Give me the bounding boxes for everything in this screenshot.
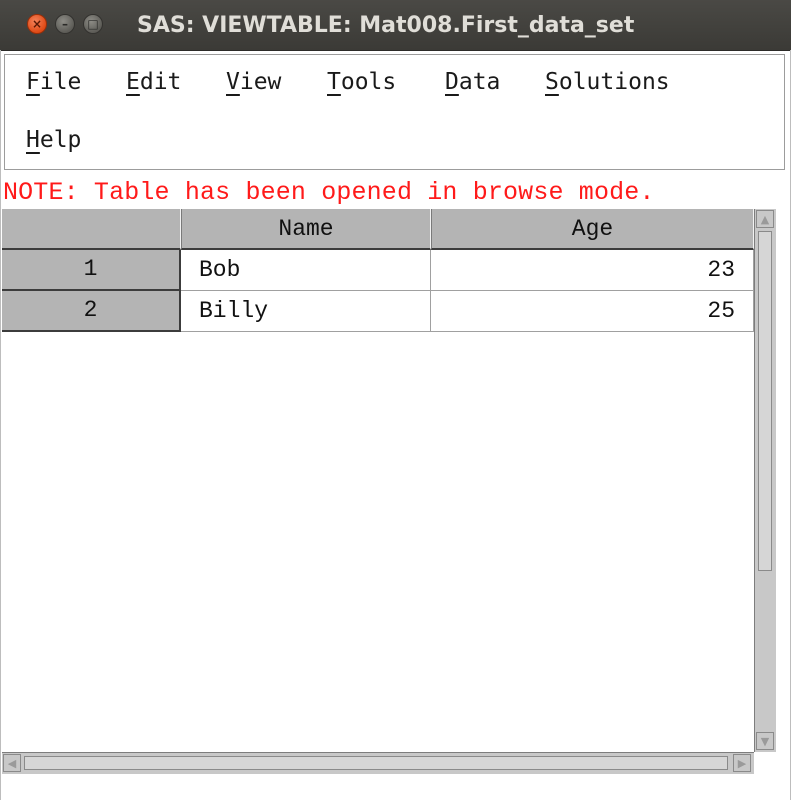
- minimize-button[interactable]: –: [55, 14, 75, 34]
- sas-viewtable-window: × – □ SAS: VIEWTABLE: Mat008.First_data_…: [0, 0, 791, 800]
- scroll-up-button[interactable]: ▲: [756, 210, 774, 228]
- menu-help[interactable]: Help: [26, 127, 81, 153]
- menu-solutions-label: olutions: [558, 69, 670, 95]
- vertical-scrollbar[interactable]: ▲ ▼: [754, 209, 776, 752]
- table-corner-header[interactable]: [2, 209, 181, 250]
- browse-mode-note: NOTE: Table has been opened in browse mo…: [3, 178, 655, 207]
- menu-file[interactable]: File: [26, 69, 81, 95]
- row-header-2[interactable]: 2: [2, 291, 181, 332]
- arrow-up-icon: ▲: [760, 212, 770, 226]
- maximize-button[interactable]: □: [83, 14, 103, 34]
- title-bar[interactable]: × – □ SAS: VIEWTABLE: Mat008.First_data_…: [0, 0, 791, 51]
- menu-file-label: ile: [39, 69, 82, 95]
- cell-age-row1[interactable]: 23: [431, 250, 754, 291]
- menu-view-label: iew: [239, 69, 282, 95]
- menu-help-mnemonic: H: [26, 127, 40, 153]
- menu-data-label: ata: [458, 69, 501, 95]
- window-title: SAS: VIEWTABLE: Mat008.First_data_set: [137, 13, 635, 38]
- arrow-down-icon: ▼: [760, 734, 770, 748]
- horizontal-scroll-thumb[interactable]: [24, 756, 728, 770]
- menu-tools-label: ools: [340, 69, 397, 95]
- minimize-icon: –: [62, 17, 68, 31]
- menu-data[interactable]: Data: [445, 69, 500, 95]
- arrow-left-icon: ◀: [7, 756, 17, 770]
- cell-name-row1[interactable]: Bob: [181, 250, 431, 291]
- arrow-right-icon: ▶: [737, 756, 747, 770]
- menu-tools[interactable]: Tools: [327, 69, 396, 95]
- menu-edit[interactable]: Edit: [126, 69, 181, 95]
- scroll-right-button[interactable]: ▶: [733, 754, 751, 772]
- menu-edit-mnemonic: E: [126, 69, 140, 95]
- close-button[interactable]: ×: [27, 14, 47, 34]
- menu-solutions-mnemonic: S: [545, 69, 559, 95]
- scroll-left-button[interactable]: ◀: [3, 754, 21, 772]
- close-icon: ×: [31, 17, 43, 31]
- scroll-down-button[interactable]: ▼: [756, 732, 774, 750]
- menu-solutions[interactable]: Solutions: [545, 69, 670, 95]
- row-header-1[interactable]: 1: [2, 250, 181, 291]
- cell-name-row2[interactable]: Billy: [181, 291, 431, 332]
- scrollbar-corner: [754, 752, 776, 774]
- data-table: Name Age 1 Bob 23 2 Billy 25: [2, 209, 754, 752]
- menu-file-mnemonic: F: [26, 69, 40, 95]
- cell-age-row2[interactable]: 25: [431, 291, 754, 332]
- menu-help-label: elp: [39, 127, 82, 153]
- column-header-name[interactable]: Name: [181, 209, 431, 250]
- menu-edit-label: dit: [139, 69, 182, 95]
- menu-bar: File Edit View Tools Data Solutions Help: [4, 54, 785, 170]
- menu-view-mnemonic: V: [226, 69, 240, 95]
- column-header-age[interactable]: Age: [431, 209, 754, 250]
- menu-tools-mnemonic: T: [327, 69, 341, 95]
- menu-data-mnemonic: D: [445, 69, 459, 95]
- menu-view[interactable]: View: [226, 69, 281, 95]
- vertical-scroll-thumb[interactable]: [758, 231, 772, 571]
- horizontal-scrollbar[interactable]: ◀ ▶: [2, 752, 754, 774]
- maximize-icon: □: [87, 17, 99, 31]
